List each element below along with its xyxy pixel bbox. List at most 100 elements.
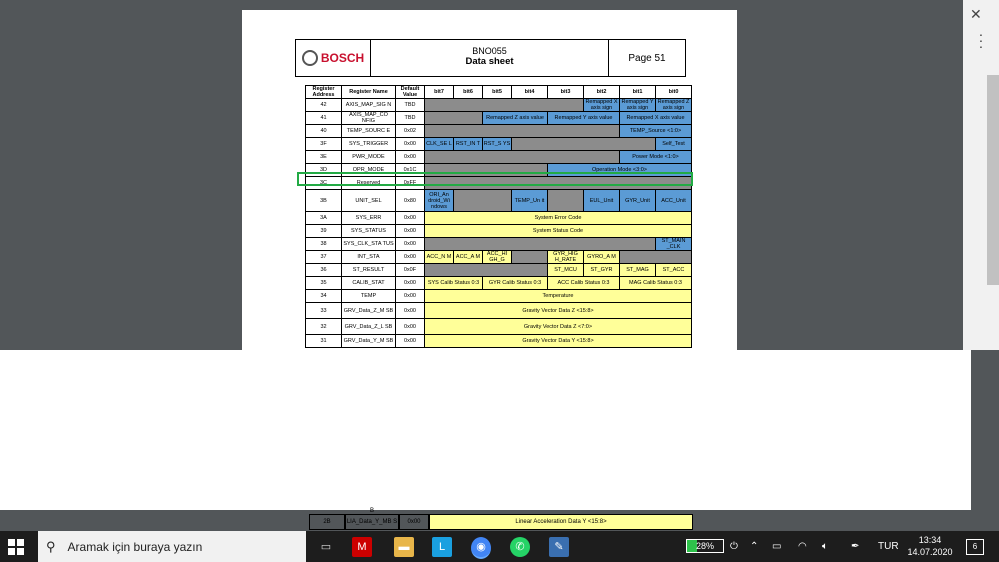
reg-default: 0x00: [395, 224, 425, 238]
notification-center-icon[interactable]: 6: [966, 539, 984, 555]
reg-addr: 3F: [305, 137, 342, 151]
bosch-logo: BOSCH: [296, 40, 371, 76]
mcafee-icon[interactable]: M: [352, 537, 372, 557]
chrome-icon[interactable]: ◉: [471, 537, 491, 559]
file-explorer-icon[interactable]: ▬: [394, 537, 414, 557]
blank-overlay-panel: [0, 350, 971, 510]
windows-taskbar: ⚲ Aramak için buraya yazın ▭ M ▬ L ◉ ✆ ✎…: [0, 531, 999, 562]
reserved-bits: [453, 189, 512, 212]
battery-tray-icon[interactable]: ▭: [772, 531, 781, 562]
reg-default: 0x00: [395, 334, 425, 348]
reserved-bits: [424, 150, 620, 164]
bit-cell: Remapped Y axis sign: [619, 98, 656, 112]
show-hidden-icons-chevron-icon[interactable]: ⌃: [750, 531, 758, 562]
product-name: BNO055: [472, 46, 507, 56]
bit-cell: Remapped Z axis value: [482, 111, 548, 125]
reg-addr: 32: [305, 318, 342, 335]
battery-indicator[interactable]: 28%: [686, 539, 724, 553]
doc-subtitle: Data sheet: [465, 56, 514, 67]
reg-addr: 3E: [305, 150, 342, 164]
bit-cell: MAG Calib Status 0:3: [619, 276, 692, 290]
reg-default: 0x00: [399, 514, 429, 530]
doc-title: BNO055 Data sheet: [371, 40, 609, 76]
reserved-bits: [424, 263, 548, 277]
volume-icon[interactable]: 🔈︎: [822, 531, 828, 562]
bit-cell: Remapped X axis value: [619, 111, 692, 125]
reg-default: 0x80: [395, 189, 425, 212]
reg-addr: 41: [305, 111, 342, 125]
bit-cell: System Error Code: [424, 211, 692, 225]
header-cell: bit2: [583, 85, 620, 99]
taskbar-search-box[interactable]: ⚲ Aramak için buraya yazın: [38, 531, 306, 562]
reg-addr: 2B: [309, 514, 345, 530]
bit-cell: ACC_N M: [424, 250, 454, 264]
bit-cell: Gravity Vector Data Y <15:8>: [424, 334, 692, 348]
table-row: 41 AXIS_MAP_CO NFIG TBD Remapped Z axis …: [305, 111, 692, 125]
bit-cell: ACC Calib Status 0:3: [547, 276, 620, 290]
reserved-bits: [619, 250, 692, 264]
paint-icon[interactable]: ✎: [549, 537, 569, 557]
whatsapp-icon[interactable]: ✆: [510, 537, 530, 557]
bit-cell: System Status Code: [424, 224, 692, 238]
reg-addr: 34: [305, 289, 342, 303]
windows-start-icon[interactable]: [8, 539, 24, 555]
reg-default: 0x00: [395, 289, 425, 303]
reg-default: 0x00: [395, 318, 425, 335]
reserved-bits: [424, 98, 584, 112]
header-cell: bit1: [619, 85, 656, 99]
reg-name: GRV_Data_Y_M SB: [341, 334, 396, 348]
reg-addr: 33: [305, 302, 342, 319]
bit-cell: RST_S YS: [482, 137, 512, 151]
search-placeholder: Aramak için buraya yazın: [67, 539, 203, 554]
reg-addr: 31: [305, 334, 342, 348]
reg-name: TEMP_SOURC E: [341, 124, 396, 138]
table-row: 38 SYS_CLK_STA TUS 0x00 ST_MAIN _CLK: [305, 237, 692, 251]
reg-addr: 35: [305, 276, 342, 290]
reg-name: SYS_TRIGGER: [341, 137, 396, 151]
bit-cell: Gravity Vector Data Z <15:8>: [424, 302, 692, 319]
pen-icon[interactable]: ✒: [851, 531, 859, 562]
reserved-bits: [424, 124, 620, 138]
bit-cell: ACC_A M: [453, 250, 483, 264]
reg-default: 0x0F: [395, 263, 425, 277]
bit-cell: ORI_An droid_Wi ndows: [424, 189, 454, 212]
bit-cell: SYS Calib Status 0:3: [424, 276, 483, 290]
table-row: 35 CALIB_STAT 0x00 SYS Calib Status 0:3 …: [305, 276, 692, 290]
bit-cell: ST_MAIN _CLK: [655, 237, 692, 251]
page-number: Page 51: [628, 52, 666, 64]
system-clock[interactable]: 13:34 14.07.2020: [902, 534, 958, 558]
bit-cell: Gravity Vector Data Z <7:0>: [424, 318, 692, 335]
reg-name: TEMP: [341, 289, 396, 303]
bit-cell: Remapped Y axis value: [547, 111, 620, 125]
bit-cell: Temperature: [424, 289, 692, 303]
reg-name: GRV_Data_Z_L SB: [341, 318, 396, 335]
header-cell: bit0: [655, 85, 692, 99]
close-icon[interactable]: ✕: [970, 6, 982, 23]
reg-addr: 3A: [305, 211, 342, 225]
table-row: 3A SYS_ERR 0x00 System Error Code: [305, 211, 692, 225]
reg-addr: 36: [305, 263, 342, 277]
reg-name: UNIT_SEL: [341, 189, 396, 212]
header-cell: bit6: [453, 85, 483, 99]
bit-cell: GYR Calib Status 0:3: [482, 276, 548, 290]
scrollbar-thumb[interactable]: [987, 75, 999, 285]
bit-cell: GYR_Unit: [619, 189, 656, 212]
task-view-icon[interactable]: ▭: [316, 537, 336, 557]
power-plug-icon[interactable]: ⏻: [730, 531, 738, 562]
reg-default: 0x00: [395, 237, 425, 251]
reg-name: AXIS_MAP_SIG N: [341, 98, 396, 112]
wifi-icon[interactable]: ◠: [798, 531, 807, 562]
reg-default: 0x00: [395, 137, 425, 151]
table-row: 42 AXIS_MAP_SIG N TBD Remapped X axis si…: [305, 98, 692, 112]
bit-cell: GYRO_A M: [583, 250, 620, 264]
reg-addr: 39: [305, 224, 342, 238]
app-l-icon[interactable]: L: [432, 537, 452, 557]
header-cell: bit5: [482, 85, 512, 99]
language-indicator[interactable]: TUR: [878, 531, 899, 562]
reg-name: SYS_CLK_STA TUS: [341, 237, 396, 251]
reg-default: 0x02: [395, 124, 425, 138]
bit-cell: ST_GYR: [583, 263, 620, 277]
reg-default: 0x00: [395, 276, 425, 290]
clock-time: 13:34: [918, 535, 942, 545]
more-options-icon[interactable]: · · ·: [974, 27, 988, 53]
